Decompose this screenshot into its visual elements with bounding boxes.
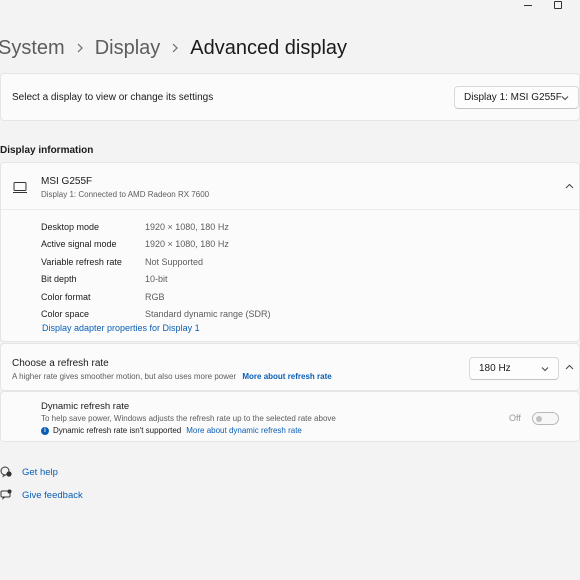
help-icon	[0, 466, 12, 478]
maximize-button[interactable]	[546, 0, 570, 14]
minimize-button[interactable]	[516, 0, 540, 14]
dynamic-refresh-rate-card: Dynamic refresh rate To help save power,…	[0, 391, 580, 442]
monitor-name: MSI G255F	[41, 176, 93, 187]
get-help-link[interactable]: Get help	[0, 466, 58, 478]
info-icon: i	[41, 426, 49, 435]
chevron-up-icon[interactable]	[565, 363, 574, 372]
info-row: Bit depth 10-bit	[41, 271, 271, 289]
dynamic-refresh-subtitle: To help save power, Windows adjusts the …	[41, 414, 336, 423]
display-select-card: Select a display to view or change its s…	[0, 73, 580, 121]
info-value: 10-bit	[145, 274, 168, 285]
toggle-knob	[536, 415, 542, 422]
refresh-rate-description: A higher rate gives smoother motion, but…	[12, 372, 237, 381]
more-about-dynamic-refresh-link[interactable]: More about dynamic refresh rate	[186, 426, 302, 435]
display-information-header[interactable]: MSI G255F Display 1: Connected to AMD Ra…	[1, 163, 579, 210]
refresh-rate-subtitle: A higher rate gives smoother motion, but…	[12, 372, 332, 381]
breadcrumb: System Display Advanced display	[0, 34, 347, 62]
info-row: Active signal mode 1920 × 1080, 180 Hz	[41, 236, 271, 254]
breadcrumb-system[interactable]: System	[0, 34, 65, 62]
info-key: Active signal mode	[41, 239, 117, 250]
chevron-right-icon	[75, 43, 85, 53]
dynamic-refresh-title: Dynamic refresh rate	[41, 401, 130, 412]
maximize-icon	[554, 1, 562, 9]
display-dropdown-value: Display 1: MSI G255F	[464, 92, 562, 103]
info-value: Not Supported	[145, 256, 204, 267]
dynamic-refresh-toggle[interactable]	[532, 412, 559, 425]
info-key: Bit depth	[41, 274, 77, 285]
feedback-icon	[0, 489, 12, 500]
chevron-down-icon	[561, 96, 569, 101]
info-row: Color space Standard dynamic range (SDR)	[41, 306, 271, 324]
info-key: Desktop mode	[41, 221, 100, 232]
display-information-card: MSI G255F Display 1: Connected to AMD Ra…	[0, 162, 580, 342]
dynamic-refresh-note-text: Dynamic refresh rate isn't supported	[53, 426, 182, 435]
get-help-label: Get help	[22, 466, 58, 478]
page-title: Advanced display	[190, 37, 348, 59]
dynamic-refresh-note: i Dynamic refresh rate isn't supported M…	[41, 426, 302, 435]
more-about-refresh-rate-link[interactable]: More about refresh rate	[242, 372, 331, 381]
monitor-subtitle: Display 1: Connected to AMD Radeon RX 76…	[41, 190, 210, 199]
display-information-heading: Display information	[0, 145, 94, 156]
chevron-up-icon[interactable]	[565, 182, 574, 191]
give-feedback-label: Give feedback	[22, 489, 83, 501]
display-information-rows: Desktop mode 1920 × 1080, 180 Hz Active …	[41, 218, 271, 323]
info-key: Variable refresh rate	[41, 256, 122, 267]
monitor-icon	[13, 182, 27, 193]
chevron-right-icon	[170, 43, 180, 53]
info-value: RGB	[145, 291, 165, 302]
breadcrumb-display[interactable]: Display	[95, 34, 161, 62]
give-feedback-link[interactable]: Give feedback	[0, 489, 83, 501]
info-row: Desktop mode 1920 × 1080, 180 Hz	[41, 218, 271, 236]
refresh-rate-title: Choose a refresh rate	[12, 358, 109, 369]
minimize-icon	[524, 4, 532, 6]
refresh-rate-value: 180 Hz	[479, 363, 511, 374]
info-value: Standard dynamic range (SDR)	[145, 309, 271, 320]
display-adapter-properties-link[interactable]: Display adapter properties for Display 1	[42, 323, 200, 333]
toggle-state-label: Off	[509, 413, 521, 423]
info-value: 1920 × 1080, 180 Hz	[145, 221, 229, 232]
display-select-label: Select a display to view or change its s…	[12, 91, 214, 103]
display-dropdown[interactable]: Display 1: MSI G255F	[454, 86, 579, 109]
info-row: Color format RGB	[41, 288, 271, 306]
info-row: Variable refresh rate Not Supported	[41, 253, 271, 271]
refresh-rate-dropdown[interactable]: 180 Hz	[469, 357, 559, 380]
info-value: 1920 × 1080, 180 Hz	[145, 239, 229, 250]
info-key: Color space	[41, 309, 90, 320]
chevron-down-icon	[541, 367, 549, 372]
info-key: Color format	[41, 291, 91, 302]
refresh-rate-card: Choose a refresh rate A higher rate give…	[0, 343, 580, 391]
